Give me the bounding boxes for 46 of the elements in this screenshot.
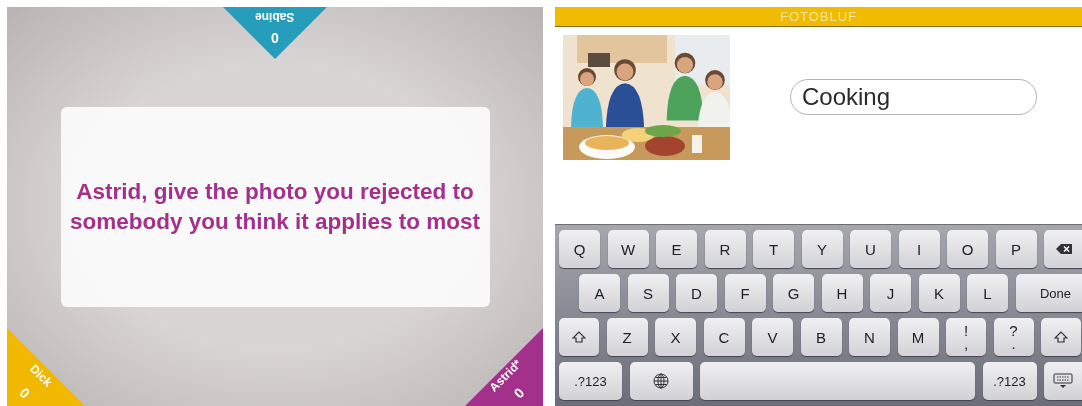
player-score: 0 bbox=[16, 384, 34, 402]
hide-keyboard-key[interactable] bbox=[1044, 362, 1082, 400]
key[interactable]: G bbox=[773, 274, 814, 312]
key[interactable]: I bbox=[898, 230, 940, 268]
key[interactable]: Z bbox=[606, 318, 648, 356]
key[interactable]: X bbox=[655, 318, 696, 356]
key[interactable]: A bbox=[579, 274, 620, 312]
key[interactable]: S bbox=[627, 274, 669, 312]
key[interactable]: H bbox=[821, 274, 863, 312]
key[interactable]: E bbox=[656, 230, 697, 268]
key[interactable]: W bbox=[607, 230, 649, 268]
shift-icon bbox=[1054, 331, 1068, 343]
key[interactable]: .?123 bbox=[982, 362, 1037, 400]
key[interactable]: C bbox=[703, 318, 745, 356]
prompt-text: Astrid, give the photo you rejected to somebody you think it applies to most bbox=[68, 178, 481, 236]
key[interactable]: Q bbox=[559, 230, 600, 268]
shift-key[interactable] bbox=[1041, 318, 1081, 356]
globe-key[interactable] bbox=[629, 362, 693, 400]
answer-field[interactable]: Cooking bbox=[790, 79, 1037, 115]
key[interactable]: L bbox=[967, 274, 1008, 312]
shift-icon bbox=[572, 331, 586, 343]
key[interactable]: R bbox=[704, 230, 746, 268]
key[interactable]: F bbox=[724, 274, 766, 312]
key[interactable]: ? . bbox=[993, 318, 1034, 356]
key[interactable]: D bbox=[676, 274, 717, 312]
key[interactable]: N bbox=[849, 318, 890, 356]
key[interactable]: Done bbox=[1015, 274, 1082, 312]
shift-key[interactable] bbox=[559, 318, 599, 356]
key[interactable]: Y bbox=[801, 230, 843, 268]
key[interactable]: T bbox=[753, 230, 794, 268]
player-score: 0 bbox=[271, 30, 279, 46]
key[interactable]: ! , bbox=[946, 318, 986, 356]
globe-icon bbox=[653, 373, 669, 389]
backspace-icon bbox=[1056, 244, 1072, 254]
key[interactable]: O bbox=[947, 230, 988, 268]
key[interactable]: J bbox=[870, 274, 911, 312]
key[interactable]: K bbox=[918, 274, 960, 312]
key[interactable]: .?123 bbox=[559, 362, 622, 400]
key[interactable]: U bbox=[850, 230, 891, 268]
app-title: FOTOBLUF bbox=[779, 9, 858, 24]
key[interactable]: V bbox=[752, 318, 793, 356]
key[interactable]: P bbox=[995, 230, 1037, 268]
key[interactable]: B bbox=[800, 318, 842, 356]
player-name: Sabine bbox=[255, 10, 295, 24]
key[interactable]: M bbox=[897, 318, 939, 356]
keyboard-icon bbox=[1053, 373, 1073, 389]
